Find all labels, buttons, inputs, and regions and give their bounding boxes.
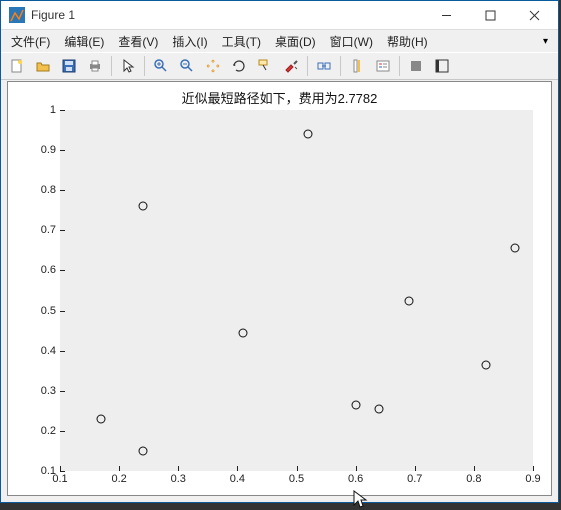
data-point <box>511 244 520 253</box>
y-tick-mark <box>60 270 65 271</box>
x-tick-mark <box>119 466 120 471</box>
toolbar-sep <box>307 56 308 76</box>
x-tick-label: 0.4 <box>230 473 245 485</box>
axes[interactable]: 0.10.20.30.40.50.60.70.80.910.10.20.30.4… <box>60 110 533 471</box>
data-cursor-button[interactable] <box>253 54 277 78</box>
x-tick-mark <box>178 466 179 471</box>
menu-desktop[interactable]: 桌面(D) <box>269 31 322 52</box>
y-tick-label: 0.9 <box>41 144 56 156</box>
y-tick-mark <box>60 391 65 392</box>
x-tick-mark <box>474 466 475 471</box>
y-tick-mark <box>60 351 65 352</box>
maximize-button[interactable] <box>468 1 512 29</box>
zoom-out-button[interactable] <box>175 54 199 78</box>
toolbar-sep <box>399 56 400 76</box>
close-button[interactable] <box>512 1 556 29</box>
x-tick-mark <box>356 466 357 471</box>
y-tick-label: 0.3 <box>41 385 56 397</box>
y-tick-label: 0.7 <box>41 224 56 236</box>
x-tick-label: 0.3 <box>171 473 186 485</box>
hide-tools-button[interactable] <box>404 54 428 78</box>
x-tick-mark <box>415 466 416 471</box>
brush-button[interactable] <box>279 54 303 78</box>
y-tick-mark <box>60 150 65 151</box>
menu-insert[interactable]: 插入(I) <box>166 31 213 52</box>
y-tick-mark <box>60 110 65 111</box>
x-tick-label: 0.5 <box>289 473 304 485</box>
colorbar-button[interactable] <box>345 54 369 78</box>
y-tick-label: 0.5 <box>41 305 56 317</box>
menu-help[interactable]: 帮助(H) <box>381 31 434 52</box>
y-tick-label: 0.6 <box>41 264 56 276</box>
menu-view[interactable]: 查看(V) <box>112 31 164 52</box>
window-title: Figure 1 <box>31 8 424 22</box>
pan-button[interactable] <box>201 54 225 78</box>
chart-title: 近似最短路径如下，费用为2.7782 <box>8 88 551 107</box>
new-figure-button[interactable] <box>5 54 29 78</box>
minimize-button[interactable] <box>424 1 468 29</box>
y-tick-label: 0.4 <box>41 345 56 357</box>
toolbar <box>1 52 558 80</box>
toolbar-sep <box>111 56 112 76</box>
print-button[interactable] <box>83 54 107 78</box>
x-tick-mark <box>60 466 61 471</box>
data-point <box>138 446 147 455</box>
menu-bar: 文件(F) 编辑(E) 查看(V) 插入(I) 工具(T) 桌面(D) 窗口(W… <box>1 30 558 52</box>
y-tick-mark <box>60 230 65 231</box>
x-tick-mark <box>237 466 238 471</box>
show-tools-button[interactable] <box>430 54 454 78</box>
data-point <box>304 130 313 139</box>
menu-overflow-icon[interactable]: ▾ <box>543 36 554 47</box>
x-tick-mark <box>533 466 534 471</box>
toolbar-sep <box>144 56 145 76</box>
zoom-in-button[interactable] <box>149 54 173 78</box>
save-button[interactable] <box>57 54 81 78</box>
rotate-button[interactable] <box>227 54 251 78</box>
open-button[interactable] <box>31 54 55 78</box>
y-tick-label: 0.2 <box>41 425 56 437</box>
x-tick-label: 0.7 <box>407 473 422 485</box>
x-tick-label: 0.2 <box>111 473 126 485</box>
pointer-button[interactable] <box>116 54 140 78</box>
data-point <box>375 404 384 413</box>
title-bar: Figure 1 <box>1 1 558 30</box>
data-point <box>404 296 413 305</box>
y-tick-label: 0.8 <box>41 184 56 196</box>
y-tick-mark <box>60 471 65 472</box>
toolbar-sep <box>340 56 341 76</box>
x-tick-label: 0.8 <box>466 473 481 485</box>
data-point <box>97 414 106 423</box>
mouse-cursor-icon <box>353 490 369 510</box>
x-tick-label: 0.6 <box>348 473 363 485</box>
menu-window[interactable]: 窗口(W) <box>324 31 379 52</box>
legend-button[interactable] <box>371 54 395 78</box>
data-point <box>351 400 360 409</box>
data-point <box>239 328 248 337</box>
menu-tools[interactable]: 工具(T) <box>216 31 267 52</box>
y-tick-mark <box>60 431 65 432</box>
y-tick-label: 1 <box>50 104 56 116</box>
x-tick-label: 0.1 <box>52 473 67 485</box>
plot-canvas[interactable]: 近似最短路径如下，费用为2.7782 0.10.20.30.40.50.60.7… <box>7 81 552 496</box>
link-button[interactable] <box>312 54 336 78</box>
data-point <box>138 202 147 211</box>
data-point <box>481 360 490 369</box>
x-tick-mark <box>297 466 298 471</box>
menu-edit[interactable]: 编辑(E) <box>58 31 110 52</box>
y-tick-mark <box>60 311 65 312</box>
app-icon <box>9 7 25 23</box>
x-tick-label: 0.9 <box>525 473 540 485</box>
y-tick-mark <box>60 190 65 191</box>
menu-file[interactable]: 文件(F) <box>5 31 56 52</box>
